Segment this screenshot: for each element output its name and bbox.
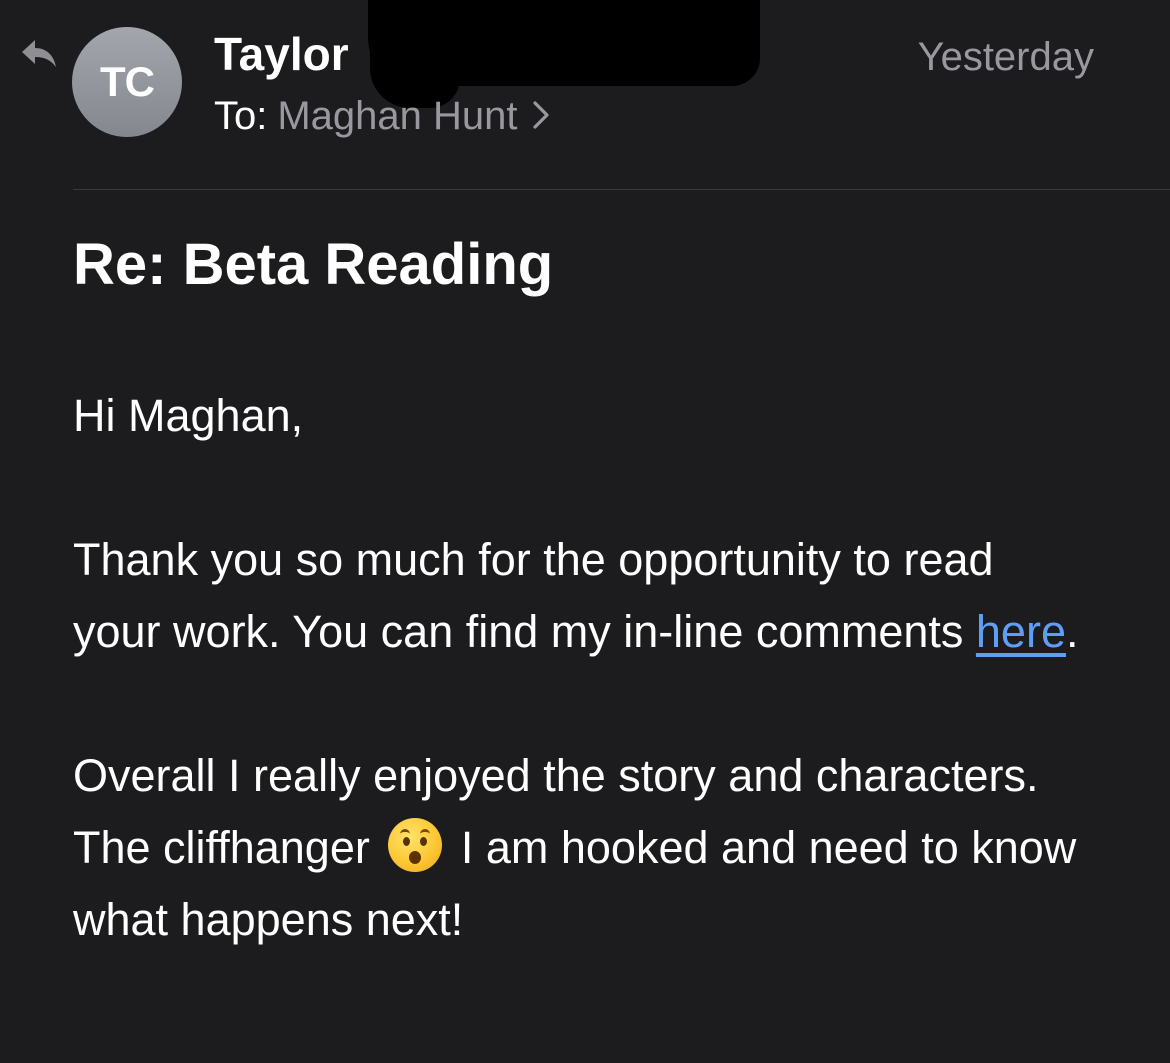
hushed-face-emoji xyxy=(388,818,443,872)
recipient-name: Maghan Hunt xyxy=(277,94,518,138)
email-header: TC Taylor To: Maghan Hunt Yesterday xyxy=(0,0,1170,190)
paragraph-text: . xyxy=(1065,606,1079,657)
header-divider xyxy=(73,189,1170,190)
reply-arrow-icon xyxy=(22,40,56,67)
sender-name[interactable]: Taylor xyxy=(214,26,349,82)
message-date: Yesterday xyxy=(917,35,1094,79)
email-body: Hi Maghan, Thank you so much for the opp… xyxy=(73,380,1083,1028)
chevron-right-icon xyxy=(532,101,549,130)
to-label: To: xyxy=(214,94,268,138)
sender-avatar[interactable]: TC xyxy=(72,27,182,137)
paragraph-text: Thank you so much for the opportunity to… xyxy=(73,534,994,657)
comments-link[interactable]: here xyxy=(976,606,1066,657)
body-paragraph: Overall I really enjoyed the story and c… xyxy=(73,740,1083,956)
body-paragraph: Thank you so much for the opportunity to… xyxy=(73,524,1083,668)
greeting: Hi Maghan, xyxy=(73,390,304,441)
avatar-initials: TC xyxy=(100,58,155,105)
email-detail-screen: TC Taylor To: Maghan Hunt Yesterday Re: B… xyxy=(0,0,1170,1063)
recipient-row[interactable]: To: Maghan Hunt xyxy=(214,92,550,140)
email-subject: Re: Beta Reading xyxy=(73,232,554,297)
